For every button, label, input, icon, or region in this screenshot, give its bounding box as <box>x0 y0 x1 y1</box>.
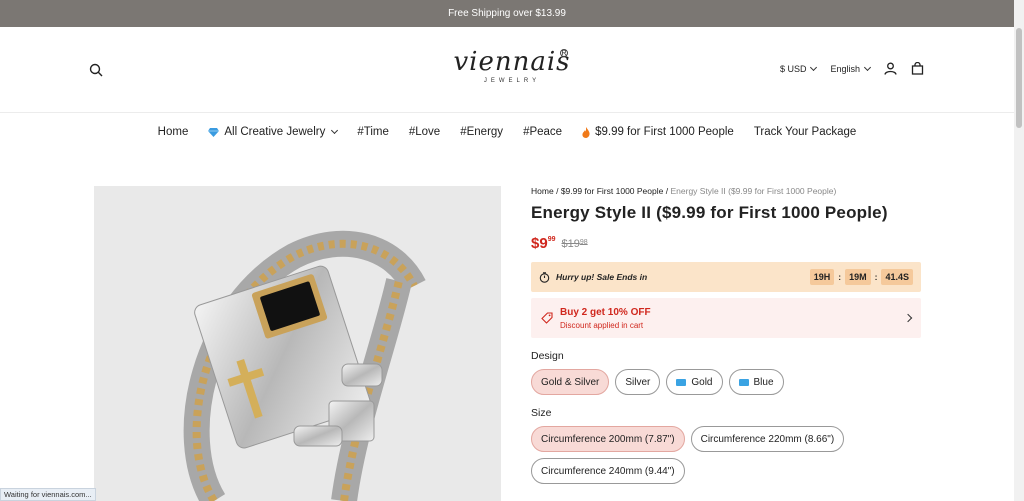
swatch-icon <box>738 378 749 386</box>
price-block: $999 $1998 <box>531 235 921 253</box>
offer-text: Buy 2 get 10% OFF Discount applied in ca… <box>560 307 651 330</box>
search-icon[interactable] <box>89 63 103 77</box>
design-option-silver[interactable]: Silver <box>615 369 661 395</box>
offer-subtitle: Discount applied in cart <box>560 320 644 330</box>
nav-item-home[interactable]: Home <box>158 126 189 138</box>
offer-title: Buy 2 get 10% OFF <box>560 306 651 318</box>
product-info: Home / $9.99 for First 1000 People / Ene… <box>531 186 921 484</box>
language-selector[interactable]: English <box>830 63 872 74</box>
header-actions: $ USD English <box>780 62 924 75</box>
site-header: viennais R JEWELRY $ USD English <box>0 27 1014 113</box>
timer-seconds: 41.4S <box>881 269 913 285</box>
option-label: Circumference 220mm (8.66") <box>700 433 835 445</box>
nav-item-first-1000[interactable]: $9.99 for First 1000 People <box>582 126 734 138</box>
product-image[interactable] <box>94 186 501 501</box>
nav-item-label: #Peace <box>523 126 563 138</box>
nav-item-label: Track Your Package <box>753 126 857 138</box>
size-option-240mm[interactable]: Circumference 240mm (9.44") <box>531 458 685 484</box>
sale-text: Hurry up! Sale Ends in <box>556 272 648 282</box>
price-current: $999 <box>531 235 555 252</box>
timer-separator: : <box>874 272 878 282</box>
user-icon[interactable] <box>884 62 897 75</box>
nav-item-label: Home <box>157 126 189 138</box>
breadcrumb-home[interactable]: Home <box>531 186 554 196</box>
bag-icon[interactable] <box>911 62 924 75</box>
timer-separator: : <box>838 272 842 282</box>
design-options: Gold & Silver Silver Gold Blue <box>531 369 861 395</box>
design-option-gold-silver[interactable]: Gold & Silver <box>531 369 610 395</box>
breadcrumb-separator: / <box>556 186 559 196</box>
design-option-gold[interactable]: Gold <box>666 369 723 395</box>
size-label: Size <box>531 407 552 419</box>
design-label: Design <box>531 350 564 362</box>
announcement-text: Free Shipping over $13.99 <box>448 8 566 19</box>
logo-subtitle: JEWELRY <box>483 78 541 84</box>
nav-item-all-creative-jewelry[interactable]: All Creative Jewelry <box>208 126 339 138</box>
breadcrumb-current: Energy Style II ($9.99 for First 1000 Pe… <box>670 186 837 196</box>
stopwatch-icon <box>539 271 550 283</box>
price-current-main: $9 <box>531 235 548 252</box>
fire-icon <box>582 126 590 138</box>
nav-item-love[interactable]: #Love <box>409 126 440 138</box>
scrollbar-thumb[interactable] <box>1016 28 1022 128</box>
bundle-offer[interactable]: Buy 2 get 10% OFF Discount applied in ca… <box>531 298 921 338</box>
timer-minutes: 19M <box>845 269 871 285</box>
nav-item-label: #Time <box>357 126 389 138</box>
announcement-bar: Free Shipping over $13.99 <box>0 0 1014 27</box>
price-original: $1998 <box>561 238 587 250</box>
page-scrollbar[interactable] <box>1014 0 1024 501</box>
tag-icon <box>541 312 553 324</box>
option-label: Circumference 200mm (7.87") <box>541 433 675 445</box>
timer-hours: 19H <box>809 269 835 285</box>
option-label: Blue <box>753 376 774 388</box>
sale-countdown-banner: Hurry up! Sale Ends in 19H : 19M : 41.4S <box>531 262 921 292</box>
breadcrumb-category[interactable]: $9.99 for First 1000 People <box>561 186 664 196</box>
product-title: Energy Style II ($9.99 for First 1000 Pe… <box>531 203 888 222</box>
chevron-right-icon <box>903 313 913 323</box>
option-label: Circumference 240mm (9.44") <box>541 465 675 477</box>
nav-item-label: $9.99 for First 1000 People <box>595 126 734 138</box>
size-option-200mm[interactable]: Circumference 200mm (7.87") <box>531 426 685 452</box>
design-option-blue[interactable]: Blue <box>728 369 784 395</box>
site-logo[interactable]: viennais R JEWELRY <box>452 47 572 97</box>
browser-status-bar: Waiting for viennais.com... <box>0 488 96 501</box>
breadcrumb: Home / $9.99 for First 1000 People / Ene… <box>531 186 921 196</box>
nav-item-energy[interactable]: #Energy <box>460 126 503 138</box>
nav-item-label: All Creative Jewelry <box>224 126 326 138</box>
chevron-down-icon <box>863 63 872 71</box>
chevron-down-icon <box>331 126 339 135</box>
nav-item-track-package[interactable]: Track Your Package <box>754 126 857 138</box>
diamond-icon <box>208 127 220 137</box>
option-label: Gold <box>691 376 713 388</box>
nav-item-label: #Love <box>408 126 441 138</box>
price-original-main: $19 <box>561 238 580 250</box>
registered-mark: R <box>560 49 568 57</box>
option-label: Silver <box>625 376 651 388</box>
status-text: Waiting for viennais.com... <box>4 490 92 499</box>
currency-selector[interactable]: $ USD <box>779 63 818 74</box>
nav-item-label: #Energy <box>460 126 504 138</box>
main-nav: Home All Creative Jewelry #Time #Love #E… <box>0 114 1014 150</box>
price-current-cents: 99 <box>547 236 556 243</box>
currency-label: $ USD <box>779 63 807 74</box>
breadcrumb-separator: / <box>665 186 669 196</box>
swatch-icon <box>676 378 687 386</box>
bracelet-illustration <box>183 230 426 501</box>
logo-wordmark: viennais <box>453 47 571 77</box>
nav-item-peace[interactable]: #Peace <box>523 126 562 138</box>
chevron-down-icon <box>810 63 818 71</box>
price-original-cents: 98 <box>579 239 588 246</box>
nav-item-time[interactable]: #Time <box>357 126 389 138</box>
option-label: Gold & Silver <box>541 376 600 388</box>
size-options: Circumference 200mm (7.87") Circumferenc… <box>531 426 861 484</box>
size-option-220mm[interactable]: Circumference 220mm (8.66") <box>690 426 845 452</box>
countdown-timer: 19H : 19M : 41.4S <box>809 269 913 285</box>
language-label: English <box>830 63 860 74</box>
